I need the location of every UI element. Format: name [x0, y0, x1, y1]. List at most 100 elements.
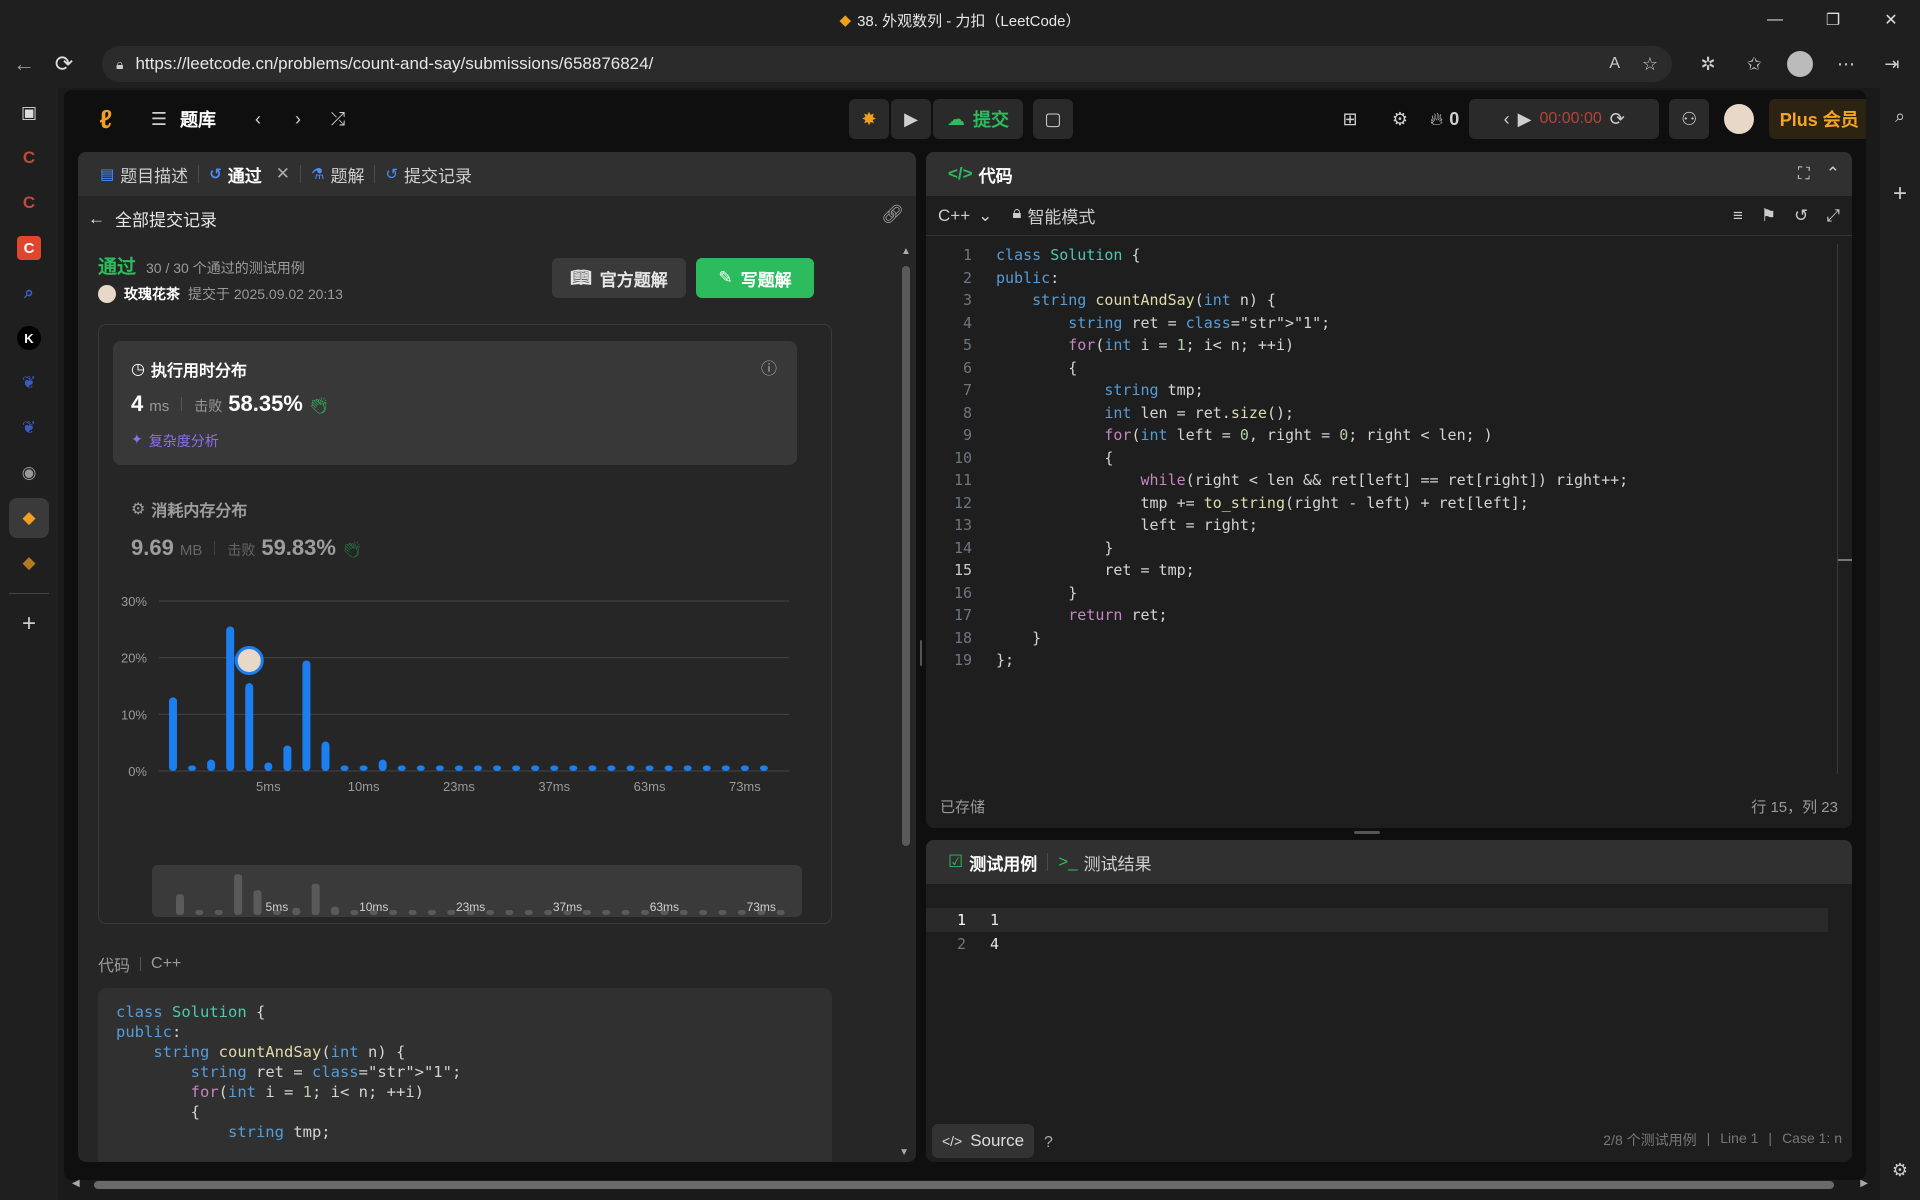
- code-line[interactable]: 3 string countAndSay(int n) {: [932, 289, 1826, 312]
- smart-mode-toggle[interactable]: 🔒︎ 智能模式: [1012, 203, 1095, 228]
- address-bar[interactable]: 🔒︎ https://leetcode.cn/problems/count-an…: [102, 46, 1672, 82]
- settings-icon[interactable]: ⚙: [1380, 99, 1420, 139]
- layout-icon[interactable]: ⊞: [1330, 99, 1370, 139]
- code-line[interactable]: 4 string ret = class="str">"1";: [932, 312, 1826, 335]
- timer-play-icon[interactable]: ▶: [1518, 109, 1532, 130]
- tab-actions-icon[interactable]: ▣: [9, 93, 49, 133]
- share-link-icon[interactable]: 🔗︎: [881, 204, 904, 225]
- code-line[interactable]: 12 tmp += to_string(right - left) + ret[…: [932, 492, 1826, 515]
- leetcode-logo-icon[interactable]: ℓ: [86, 99, 126, 139]
- tab-solutions[interactable]: ⚗ 题解: [301, 152, 374, 196]
- page-horizontal-scrollbar[interactable]: ◀ ▶: [70, 1178, 1870, 1192]
- scroll-right-icon[interactable]: ▶: [1860, 1178, 1868, 1189]
- refresh-button[interactable]: ⟳: [44, 44, 84, 84]
- add-friend-icon[interactable]: ⚇: [1669, 99, 1710, 139]
- code-line[interactable]: 1 class Solution {: [932, 244, 1826, 267]
- runtime-distribution-chart[interactable]: 30% 20% 10% 0% 5ms 10ms 23ms 37ms 63ms 73ms: [99, 575, 833, 835]
- reset-icon[interactable]: ↺: [1794, 206, 1808, 226]
- new-tab-plus-icon[interactable]: +: [9, 604, 49, 644]
- vertical-tab-github-icon[interactable]: ◉: [9, 453, 49, 493]
- add-sidebar-app-icon[interactable]: +: [1880, 174, 1920, 214]
- code-line[interactable]: 8 int len = ret.size();: [932, 402, 1826, 425]
- next-problem-icon[interactable]: ›: [278, 99, 318, 139]
- submit-button[interactable]: ☁ 提交: [933, 99, 1023, 139]
- vertical-resize-handle[interactable]: [920, 640, 922, 666]
- back-to-submissions[interactable]: ← 全部提交记录: [88, 206, 217, 231]
- bookmark-icon[interactable]: ⚑: [1761, 206, 1776, 226]
- code-line[interactable]: 13 left = right;: [932, 514, 1826, 537]
- run-play-icon[interactable]: ▶: [891, 99, 931, 139]
- memory-section[interactable]: ⚙ 消耗内存分布 9.69 MB 击败 59.83% 👏︎: [131, 497, 362, 561]
- code-line[interactable]: 9 for(int left = 0, right = 0; right < l…: [932, 424, 1826, 447]
- vertical-tab-search-icon[interactable]: ⌕: [9, 273, 49, 313]
- code-line[interactable]: 14 }: [932, 537, 1826, 560]
- random-problem-icon[interactable]: ⤮: [318, 99, 358, 139]
- tab-submissions[interactable]: ↺ 提交记录: [375, 152, 482, 196]
- sidebar-toggle-icon[interactable]: ⇥: [1872, 44, 1912, 84]
- fullscreen-icon[interactable]: ⛶: [1798, 164, 1810, 184]
- code-line[interactable]: 7 string tmp;: [932, 379, 1826, 402]
- close-window-button[interactable]: ✕: [1862, 0, 1920, 40]
- minimize-button[interactable]: —: [1746, 0, 1804, 40]
- back-button[interactable]: ←: [4, 44, 44, 84]
- code-tab[interactable]: </> 代码: [938, 152, 1023, 196]
- tab-testcases[interactable]: ☑ 测试用例: [938, 840, 1047, 884]
- vertical-tab-leetcode2[interactable]: ◆: [9, 543, 49, 583]
- code-line[interactable]: 6 {: [932, 357, 1826, 380]
- scroll-thumb[interactable]: [902, 266, 910, 846]
- format-icon[interactable]: ≡: [1733, 206, 1743, 226]
- help-icon[interactable]: ?: [1044, 1134, 1053, 1152]
- vertical-tab-leetcode-active[interactable]: ◆: [9, 498, 49, 538]
- more-menu-icon[interactable]: ⋯: [1826, 44, 1866, 84]
- vertical-tab-c3[interactable]: C: [17, 236, 41, 260]
- code-line[interactable]: 10 {: [932, 447, 1826, 470]
- source-button[interactable]: </> Source: [932, 1124, 1034, 1158]
- user-avatar[interactable]: [1719, 99, 1759, 139]
- vertical-tab-bird2-icon[interactable]: ❦: [9, 408, 49, 448]
- read-aloud-icon[interactable]: A: [1609, 55, 1620, 73]
- editor-scrollbar[interactable]: [1837, 244, 1838, 774]
- vertical-tab-k[interactable]: K: [17, 326, 41, 350]
- streak-fire-icon[interactable]: 🔥︎ 0: [1430, 99, 1459, 139]
- official-solution-button[interactable]: 📖︎ 官方题解: [552, 258, 686, 298]
- tab-accepted[interactable]: ↺ 通过 ✕: [199, 152, 300, 196]
- timer-collapse-icon[interactable]: ‹: [1504, 109, 1510, 130]
- vertical-tab-c1[interactable]: C: [9, 138, 49, 178]
- code-line[interactable]: 16 }: [932, 582, 1826, 605]
- write-solution-button[interactable]: ✎ 写题解: [696, 258, 814, 298]
- timer-widget[interactable]: ‹ ▶ 00:00:00 ⟳: [1469, 99, 1660, 139]
- testcase-input-area[interactable]: 11 24: [926, 908, 1852, 956]
- scroll-left-icon[interactable]: ◀: [72, 1178, 80, 1189]
- search-icon[interactable]: ⌕: [1880, 96, 1920, 136]
- info-icon[interactable]: ⓘ: [761, 355, 777, 379]
- favorites-icon[interactable]: ✩: [1734, 44, 1774, 84]
- language-select[interactable]: C++ ⌄: [938, 206, 992, 226]
- notes-icon[interactable]: ▢: [1033, 99, 1073, 139]
- code-editor[interactable]: 1 class Solution {2 public: 3 string countA…: [926, 244, 1826, 764]
- problem-bank-link[interactable]: 题库: [180, 99, 216, 139]
- profile-avatar[interactable]: [1780, 44, 1820, 84]
- code-line[interactable]: 11 while(right < len && ret[left] == ret…: [932, 469, 1826, 492]
- runtime-card[interactable]: ◷ 执行用时分布 ⓘ 4 ms 击败 58.35% 👏︎ ✦ 复杂度分析: [113, 341, 797, 465]
- code-line[interactable]: 19};: [932, 649, 1826, 672]
- panel-resize-handle[interactable]: [1354, 831, 1380, 834]
- tab-results[interactable]: >_ 测试结果: [1048, 840, 1161, 884]
- code-line[interactable]: 17 return ret;: [932, 604, 1826, 627]
- plus-member-button[interactable]: Plus 会员: [1769, 99, 1866, 139]
- scroll-thumb[interactable]: [94, 1181, 1834, 1189]
- username[interactable]: 玫瑰花茶: [124, 284, 180, 304]
- extensions-icon[interactable]: ✲: [1688, 44, 1728, 84]
- left-scrollbar[interactable]: ▲: [900, 246, 911, 846]
- problem-list-icon[interactable]: ☰: [144, 99, 174, 139]
- prev-problem-icon[interactable]: ‹: [238, 99, 278, 139]
- tab-description[interactable]: ▤ 题目描述: [90, 152, 198, 196]
- complexity-analysis-link[interactable]: ✦ 复杂度分析: [131, 431, 219, 451]
- vertical-tab-bird1-icon[interactable]: ❦: [9, 363, 49, 403]
- code-line[interactable]: 18 }: [932, 627, 1826, 650]
- scroll-down-icon[interactable]: ▼: [899, 1147, 909, 1158]
- collapse-icon[interactable]: ⌃: [1826, 164, 1840, 184]
- settings-gear-icon[interactable]: ⚙: [1880, 1150, 1920, 1190]
- code-line[interactable]: 2 public:: [932, 267, 1826, 290]
- close-tab-icon[interactable]: ✕: [276, 164, 290, 184]
- chart-range-slider[interactable]: 5ms 10ms 23ms 37ms 63ms 73ms: [152, 865, 802, 917]
